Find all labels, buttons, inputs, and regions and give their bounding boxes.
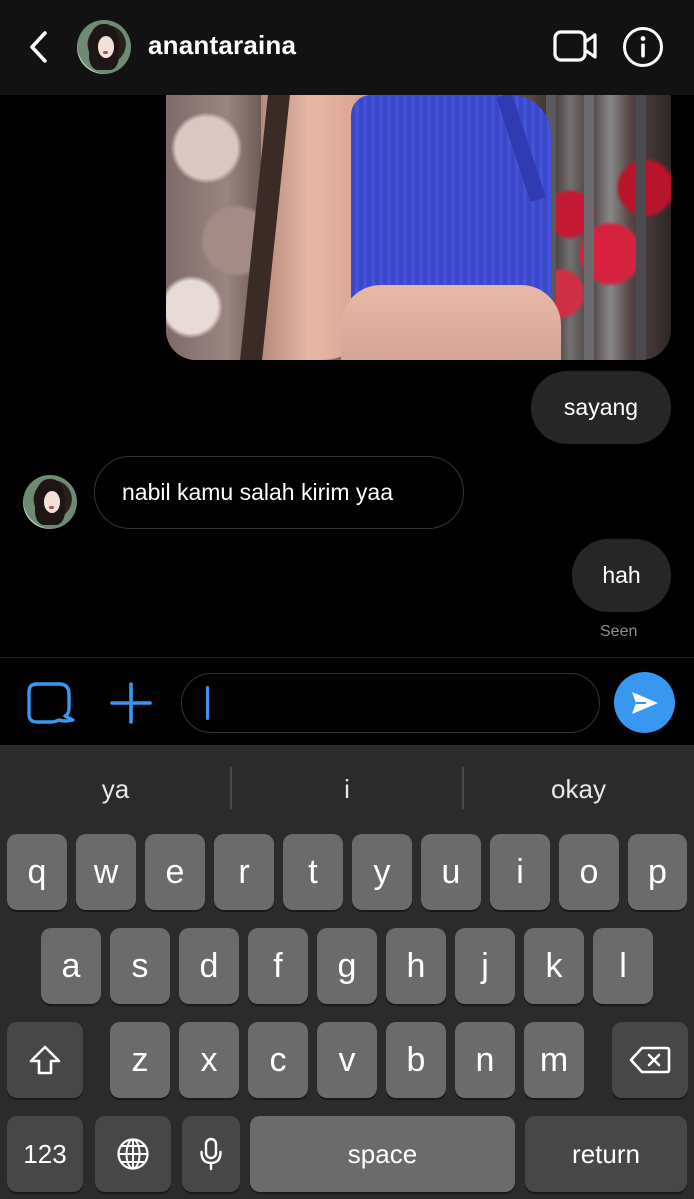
space-key[interactable]: space bbox=[250, 1116, 515, 1192]
message-text: hah bbox=[602, 562, 641, 588]
key-q[interactable]: q bbox=[7, 834, 67, 910]
video-camera-icon bbox=[553, 30, 597, 62]
key-f[interactable]: f bbox=[248, 928, 308, 1004]
shift-icon bbox=[29, 1045, 61, 1075]
key-e[interactable]: e bbox=[145, 834, 205, 910]
key-y[interactable]: y bbox=[352, 834, 412, 910]
delete-key[interactable] bbox=[612, 1022, 688, 1098]
send-button[interactable] bbox=[614, 672, 675, 733]
image-message[interactable] bbox=[166, 95, 671, 360]
message-composer bbox=[0, 657, 694, 745]
key-p[interactable]: p bbox=[628, 834, 687, 910]
suggestion-3[interactable]: okay bbox=[463, 745, 694, 833]
text-cursor bbox=[206, 686, 209, 720]
seen-status: Seen bbox=[600, 623, 638, 640]
key-d[interactable]: d bbox=[179, 928, 239, 1004]
key-h[interactable]: h bbox=[386, 928, 446, 1004]
dictation-key[interactable] bbox=[182, 1116, 240, 1192]
avatar[interactable] bbox=[77, 20, 131, 74]
globe-icon bbox=[117, 1138, 149, 1170]
key-o[interactable]: o bbox=[559, 834, 619, 910]
key-v[interactable]: v bbox=[317, 1022, 377, 1098]
key-n[interactable]: n bbox=[455, 1022, 515, 1098]
key-m[interactable]: m bbox=[524, 1022, 584, 1098]
info-icon bbox=[623, 27, 663, 67]
key-c[interactable]: c bbox=[248, 1022, 308, 1098]
back-button[interactable] bbox=[18, 26, 58, 68]
suggestion-2[interactable]: i bbox=[231, 745, 463, 833]
send-icon bbox=[631, 691, 658, 714]
add-button[interactable] bbox=[108, 680, 154, 726]
key-t[interactable]: t bbox=[283, 834, 343, 910]
key-a[interactable]: a bbox=[41, 928, 101, 1004]
key-w[interactable]: w bbox=[76, 834, 136, 910]
key-r[interactable]: r bbox=[214, 834, 274, 910]
key-u[interactable]: u bbox=[421, 834, 481, 910]
key-l[interactable]: l bbox=[593, 928, 653, 1004]
chevron-left-icon bbox=[30, 31, 47, 63]
sticker-button[interactable] bbox=[25, 680, 75, 726]
microphone-icon bbox=[200, 1137, 222, 1171]
key-s[interactable]: s bbox=[110, 928, 170, 1004]
key-i[interactable]: i bbox=[490, 834, 550, 910]
message-bubble-incoming[interactable]: nabil kamu salah kirim yaa bbox=[94, 456, 464, 529]
username[interactable]: anantaraina bbox=[148, 30, 296, 61]
key-g[interactable]: g bbox=[317, 928, 377, 1004]
globe-key[interactable] bbox=[95, 1116, 171, 1192]
suggestion-1[interactable]: ya bbox=[0, 745, 231, 833]
message-text: sayang bbox=[563, 394, 639, 420]
backspace-icon bbox=[629, 1046, 671, 1074]
key-z[interactable]: z bbox=[110, 1022, 170, 1098]
numbers-key[interactable]: 123 bbox=[7, 1116, 83, 1192]
message-bubble-outgoing[interactable]: sayang bbox=[531, 371, 671, 444]
sticker-icon bbox=[27, 682, 75, 724]
sender-avatar[interactable] bbox=[23, 475, 77, 529]
plus-icon bbox=[110, 682, 152, 724]
message-bubble-outgoing[interactable]: hah bbox=[572, 539, 671, 612]
message-thread[interactable]: sayang nabil kamu salah kirim yaa hah Se… bbox=[0, 95, 694, 657]
info-button[interactable] bbox=[622, 26, 664, 68]
keyboard: ya i okay q w e r t y u i o p a s d f g … bbox=[0, 745, 694, 1199]
key-j[interactable]: j bbox=[455, 928, 515, 1004]
message-text: nabil kamu salah kirim yaa bbox=[122, 479, 394, 505]
key-x[interactable]: x bbox=[179, 1022, 239, 1098]
message-input[interactable] bbox=[181, 673, 600, 733]
return-key[interactable]: return bbox=[525, 1116, 687, 1192]
key-b[interactable]: b bbox=[386, 1022, 446, 1098]
chat-header: anantaraina bbox=[0, 0, 694, 95]
video-call-button[interactable] bbox=[552, 26, 598, 66]
shift-key[interactable] bbox=[7, 1022, 83, 1098]
key-k[interactable]: k bbox=[524, 928, 584, 1004]
